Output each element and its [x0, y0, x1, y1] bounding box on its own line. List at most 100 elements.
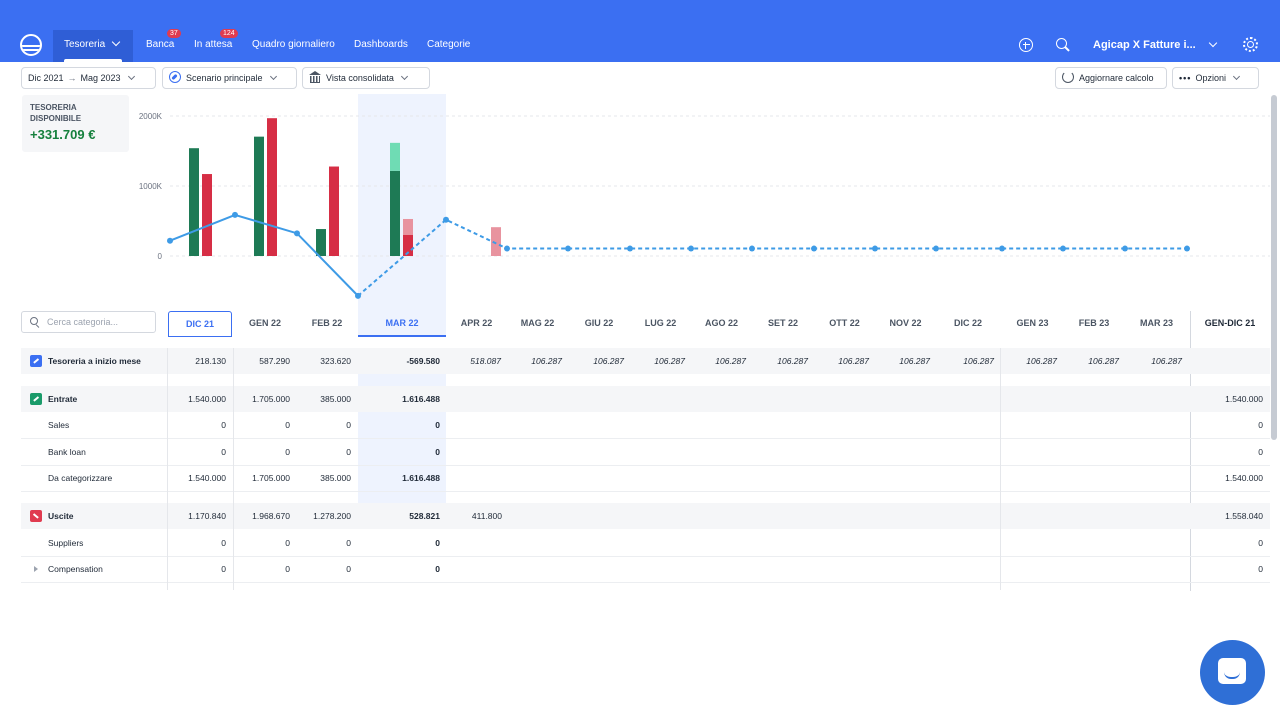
table-cell[interactable]: 106.287: [814, 348, 869, 374]
total-cell[interactable]: 0: [1192, 530, 1263, 556]
tab-tesoreria[interactable]: Tesoreria: [53, 30, 133, 62]
table-cell[interactable]: 1.705.000: [234, 465, 290, 491]
table-cell[interactable]: 1.540.000: [168, 465, 226, 491]
table-cell[interactable]: 106.287: [1002, 348, 1057, 374]
table-cell[interactable]: 106.287: [936, 348, 994, 374]
table-cell[interactable]: 106.287: [752, 348, 808, 374]
outflow-bar: [329, 166, 339, 256]
options-button[interactable]: ••• Opzioni: [1172, 67, 1259, 89]
table-cell[interactable]: 0: [168, 439, 226, 465]
refresh-calculation-button[interactable]: Aggiornare calcolo: [1055, 67, 1167, 89]
tab-in-attesa[interactable]: In attesa 124: [194, 29, 238, 62]
table-cell[interactable]: 106.287: [568, 348, 624, 374]
table-cell[interactable]: 385.000: [297, 465, 351, 491]
balance-point: [167, 237, 173, 244]
table-cell[interactable]: 385.000: [297, 386, 351, 412]
table-cell[interactable]: 518.087: [446, 348, 501, 374]
total-cell[interactable]: 0: [1192, 439, 1263, 465]
chat-support-button[interactable]: [1200, 640, 1265, 705]
view-selector[interactable]: Vista consolidata: [302, 67, 430, 89]
table-cell[interactable]: 1.278.200: [297, 503, 351, 529]
vertical-scrollbar[interactable]: [1271, 95, 1277, 440]
total-cell[interactable]: 0: [1192, 412, 1263, 438]
tab-categorie[interactable]: Categorie: [427, 30, 470, 62]
table-cell[interactable]: 218.130: [168, 348, 226, 374]
row-label[interactable]: Entrate: [48, 386, 77, 412]
search-icon[interactable]: [1056, 38, 1070, 52]
view-label: Vista consolidata: [326, 73, 394, 83]
table-cell[interactable]: 1.616.488: [358, 386, 440, 412]
table-cell[interactable]: 106.287: [875, 348, 930, 374]
total-cell[interactable]: 1.540.000: [1192, 465, 1263, 491]
table-cell[interactable]: 0: [168, 556, 226, 582]
month-header[interactable]: MAR 22: [358, 311, 446, 337]
month-header[interactable]: APR 22: [446, 311, 507, 337]
date-to: Mag 2023: [80, 73, 121, 83]
row-label: Compensation: [48, 564, 103, 574]
table-cell[interactable]: 1.705.000: [234, 386, 290, 412]
table-cell[interactable]: 0: [234, 439, 290, 465]
table-cell[interactable]: 323.620: [297, 348, 351, 374]
tab-quadro-giornaliero[interactable]: Quadro giornaliero: [252, 30, 335, 62]
tab-dashboards[interactable]: Dashboards: [354, 30, 408, 62]
table-cell[interactable]: 587.290: [234, 348, 290, 374]
table-cell[interactable]: 0: [297, 439, 351, 465]
month-header[interactable]: GEN 22: [234, 311, 296, 337]
month-header[interactable]: MAG 22: [507, 311, 568, 337]
tab-banca[interactable]: Banca 37: [146, 29, 181, 62]
table-cell[interactable]: 106.287: [630, 348, 685, 374]
table-cell[interactable]: 0: [358, 556, 440, 582]
month-header[interactable]: FEB 23: [1063, 311, 1125, 337]
table-cell[interactable]: 1.616.488: [358, 465, 440, 491]
table-cell[interactable]: 0: [168, 412, 226, 438]
balance-point: [443, 216, 449, 223]
month-header[interactable]: AGO 22: [691, 311, 752, 337]
month-header[interactable]: OTT 22: [814, 311, 875, 337]
logo-icon[interactable]: [20, 34, 42, 56]
table-cell[interactable]: 1.170.840: [168, 503, 226, 529]
date-range-picker[interactable]: Dic 2021 → Mag 2023: [21, 67, 156, 89]
total-cell[interactable]: 1.540.000: [1192, 386, 1263, 412]
table-cell[interactable]: 411.800: [446, 503, 502, 529]
table-cell[interactable]: 528.821: [358, 503, 440, 529]
table-cell[interactable]: 0: [168, 530, 226, 556]
table-cell[interactable]: 106.287: [507, 348, 562, 374]
month-header[interactable]: GIU 22: [568, 311, 630, 337]
table-cell[interactable]: 106.287: [691, 348, 746, 374]
table-cell[interactable]: 0: [297, 412, 351, 438]
month-header[interactable]: DIC 21: [168, 311, 232, 337]
table-cell[interactable]: -569.580: [358, 348, 440, 374]
month-header[interactable]: NOV 22: [875, 311, 936, 337]
gear-icon[interactable]: [1243, 37, 1258, 52]
month-header[interactable]: MAR 23: [1125, 311, 1188, 337]
table-cell[interactable]: 1.540.000: [168, 386, 226, 412]
table-cell[interactable]: 1.968.670: [234, 503, 290, 529]
row-label[interactable]: Tesoreria a inizio mese: [48, 348, 141, 374]
table-cell[interactable]: 0: [297, 556, 351, 582]
table-cell[interactable]: 0: [234, 412, 290, 438]
account-switcher[interactable]: Agicap X Fatture i...: [1093, 30, 1217, 60]
table-cell[interactable]: 0: [358, 412, 440, 438]
total-column-header[interactable]: GEN-DIC 21: [1192, 311, 1268, 337]
table-cell[interactable]: 106.287: [1125, 348, 1182, 374]
total-cell[interactable]: 0: [1192, 556, 1263, 582]
month-header[interactable]: FEB 22: [297, 311, 357, 337]
balance-point: [504, 245, 510, 252]
table-cell[interactable]: 0: [358, 530, 440, 556]
table-cell[interactable]: 106.287: [1063, 348, 1119, 374]
category-search-input[interactable]: Cerca categoria...: [21, 311, 156, 333]
row-label[interactable]: Uscite: [48, 503, 74, 529]
table-cell[interactable]: 0: [358, 439, 440, 465]
total-cell[interactable]: 1.558.040: [1192, 503, 1263, 529]
table-cell[interactable]: 0: [297, 530, 351, 556]
scenario-selector[interactable]: Scenario principale: [162, 67, 297, 89]
month-header[interactable]: SET 22: [752, 311, 814, 337]
month-header[interactable]: GEN 23: [1002, 311, 1063, 337]
plus-circle-icon[interactable]: [1019, 38, 1033, 52]
table-cell[interactable]: 0: [234, 556, 290, 582]
inflow-forecast-bar: [390, 142, 400, 171]
month-header[interactable]: DIC 22: [936, 311, 1000, 337]
month-header[interactable]: LUG 22: [630, 311, 691, 337]
expand-caret-icon[interactable]: [34, 566, 38, 572]
table-cell[interactable]: 0: [234, 530, 290, 556]
